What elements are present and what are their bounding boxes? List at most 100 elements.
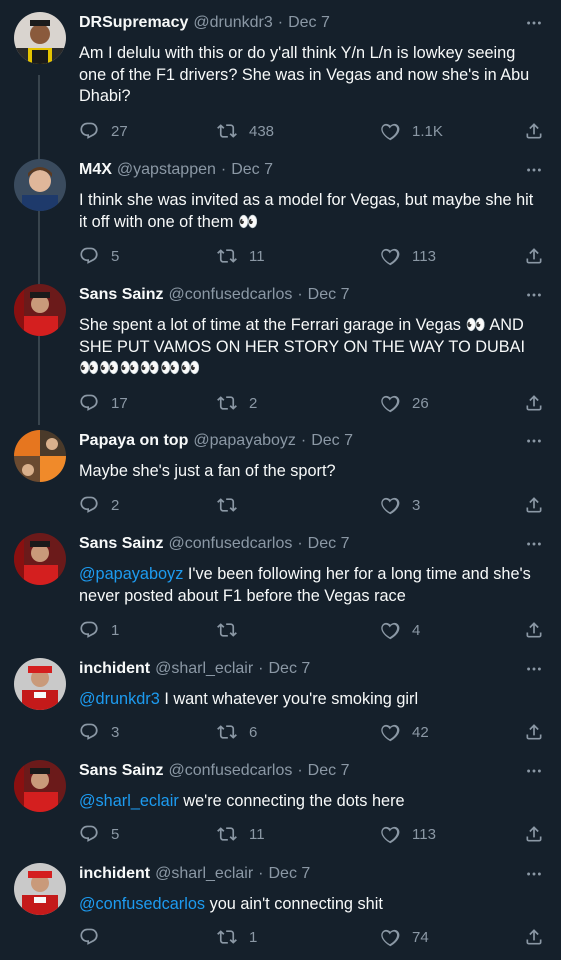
tweet[interactable]: Sans Sainz @confusedcarlos · Dec 7 She s… <box>0 284 561 414</box>
more-icon[interactable] <box>523 12 545 34</box>
retweet-button[interactable] <box>217 493 249 517</box>
reply-button[interactable]: 3 <box>79 720 119 744</box>
reply-count: 1 <box>111 621 120 639</box>
tweet[interactable]: Papaya on top @papayaboyz · Dec 7 Maybe … <box>0 430 561 520</box>
user-handle[interactable]: @drunkdr3 <box>193 12 272 34</box>
tweet[interactable]: Sans Sainz @confusedcarlos · Dec 7 @shar… <box>0 760 561 850</box>
retweet-button[interactable]: 11 <box>217 822 265 846</box>
reply-button[interactable]: 1 <box>79 618 119 642</box>
reply-button[interactable]: 17 <box>79 391 128 415</box>
display-name[interactable]: inchident <box>79 863 150 885</box>
reply-button[interactable]: 5 <box>79 244 119 268</box>
display-name[interactable]: inchident <box>79 658 150 680</box>
mention-link[interactable]: @drunkdr3 <box>79 690 160 708</box>
avatar[interactable] <box>14 760 66 812</box>
user-handle[interactable]: @confusedcarlos <box>168 533 292 555</box>
tweet-text: @papayaboyz I've been following her for … <box>79 564 545 607</box>
more-icon[interactable] <box>523 284 545 306</box>
user-handle[interactable]: @confusedcarlos <box>168 760 292 782</box>
mention-link[interactable]: @confusedcarlos <box>79 895 205 913</box>
more-icon[interactable] <box>523 533 545 555</box>
heart-icon <box>380 824 400 844</box>
reply-button[interactable]: 2 <box>79 493 119 517</box>
user-handle[interactable]: @papayaboyz <box>193 430 296 452</box>
tweet-date[interactable]: Dec 7 <box>231 159 273 181</box>
user-handle[interactable]: @yapstappen <box>117 159 216 181</box>
tweet-body: Maybe she's just a fan of the sport? <box>79 462 336 480</box>
like-button[interactable]: 74 <box>380 925 429 949</box>
tweet[interactable]: inchident @sharl_eclair · Dec 7 @drunkdr… <box>0 658 561 748</box>
mention-link[interactable]: @papayaboyz <box>79 565 183 583</box>
tweet-text: @confusedcarlos you ain't connecting shi… <box>79 894 545 916</box>
separator-dot: · <box>297 535 303 552</box>
retweet-button[interactable]: 2 <box>217 391 257 415</box>
reply-count: 5 <box>111 247 120 265</box>
like-button[interactable]: 4 <box>380 618 420 642</box>
like-button[interactable]: 42 <box>380 720 429 744</box>
share-button[interactable] <box>524 493 544 517</box>
tweet-body: Am I delulu with this or do y'all think … <box>79 44 530 105</box>
avatar[interactable] <box>14 159 66 211</box>
retweet-button[interactable]: 11 <box>217 244 265 268</box>
avatar[interactable] <box>14 658 66 710</box>
display-name[interactable]: Sans Sainz <box>79 284 163 306</box>
like-button[interactable]: 3 <box>380 493 420 517</box>
share-button[interactable] <box>524 244 544 268</box>
reply-icon <box>79 495 99 515</box>
user-handle[interactable]: @sharl_eclair <box>155 863 253 885</box>
tweet-date[interactable]: Dec 7 <box>308 284 350 306</box>
mention-link[interactable]: @sharl_eclair <box>79 792 179 810</box>
tweet-date[interactable]: Dec 7 <box>308 760 350 782</box>
heart-icon <box>380 246 400 266</box>
share-icon <box>524 927 544 947</box>
user-handle[interactable]: @sharl_eclair <box>155 658 253 680</box>
user-handle[interactable]: @confusedcarlos <box>168 284 292 306</box>
tweet-date[interactable]: Dec 7 <box>308 533 350 555</box>
display-name[interactable]: Sans Sainz <box>79 533 163 555</box>
avatar[interactable] <box>14 533 66 585</box>
more-icon[interactable] <box>523 863 545 885</box>
more-icon[interactable] <box>523 760 545 782</box>
tweet-date[interactable]: Dec 7 <box>288 12 330 34</box>
avatar[interactable] <box>14 284 66 336</box>
like-button[interactable]: 26 <box>380 391 429 415</box>
tweet[interactable]: Sans Sainz @confusedcarlos · Dec 7 @papa… <box>0 533 561 643</box>
tweet-date[interactable]: Dec 7 <box>311 430 353 452</box>
more-icon[interactable] <box>523 658 545 680</box>
display-name[interactable]: Sans Sainz <box>79 760 163 782</box>
retweet-button[interactable]: 6 <box>217 720 257 744</box>
like-button[interactable]: 113 <box>380 822 436 846</box>
retweet-button[interactable] <box>217 618 249 642</box>
like-button[interactable]: 113 <box>380 244 436 268</box>
avatar[interactable] <box>14 863 66 915</box>
like-button[interactable]: 1.1K <box>380 119 443 143</box>
retweet-button[interactable]: 1 <box>217 925 257 949</box>
display-name[interactable]: M4X <box>79 159 112 181</box>
retweet-icon <box>217 620 237 640</box>
tweet[interactable]: M4X @yapstappen · Dec 7 I think she was … <box>0 159 561 269</box>
share-button[interactable] <box>524 720 544 744</box>
share-button[interactable] <box>524 119 544 143</box>
share-button[interactable] <box>524 391 544 415</box>
display-name[interactable]: Papaya on top <box>79 430 188 452</box>
tweet-text: I think she was invited as a model for V… <box>79 190 545 233</box>
retweet-button[interactable]: 438 <box>217 119 274 143</box>
separator-dot: · <box>297 286 303 303</box>
avatar[interactable] <box>14 430 66 482</box>
more-icon[interactable] <box>523 159 545 181</box>
share-button[interactable] <box>524 618 544 642</box>
retweet-icon <box>217 495 237 515</box>
tweet-date[interactable]: Dec 7 <box>269 863 311 885</box>
tweet-date[interactable]: Dec 7 <box>269 658 311 680</box>
more-icon[interactable] <box>523 430 545 452</box>
display-name[interactable]: DRSupremacy <box>79 12 188 34</box>
share-icon <box>524 824 544 844</box>
share-button[interactable] <box>524 925 544 949</box>
reply-button[interactable]: 27 <box>79 119 128 143</box>
share-button[interactable] <box>524 822 544 846</box>
avatar[interactable] <box>14 12 66 64</box>
tweet[interactable]: DRSupremacy @drunkdr3 · Dec 7 Am I delul… <box>0 12 561 152</box>
reply-button[interactable]: 5 <box>79 822 119 846</box>
reply-button[interactable] <box>79 925 111 949</box>
tweet[interactable]: inchident @sharl_eclair · Dec 7 @confuse… <box>0 863 561 953</box>
